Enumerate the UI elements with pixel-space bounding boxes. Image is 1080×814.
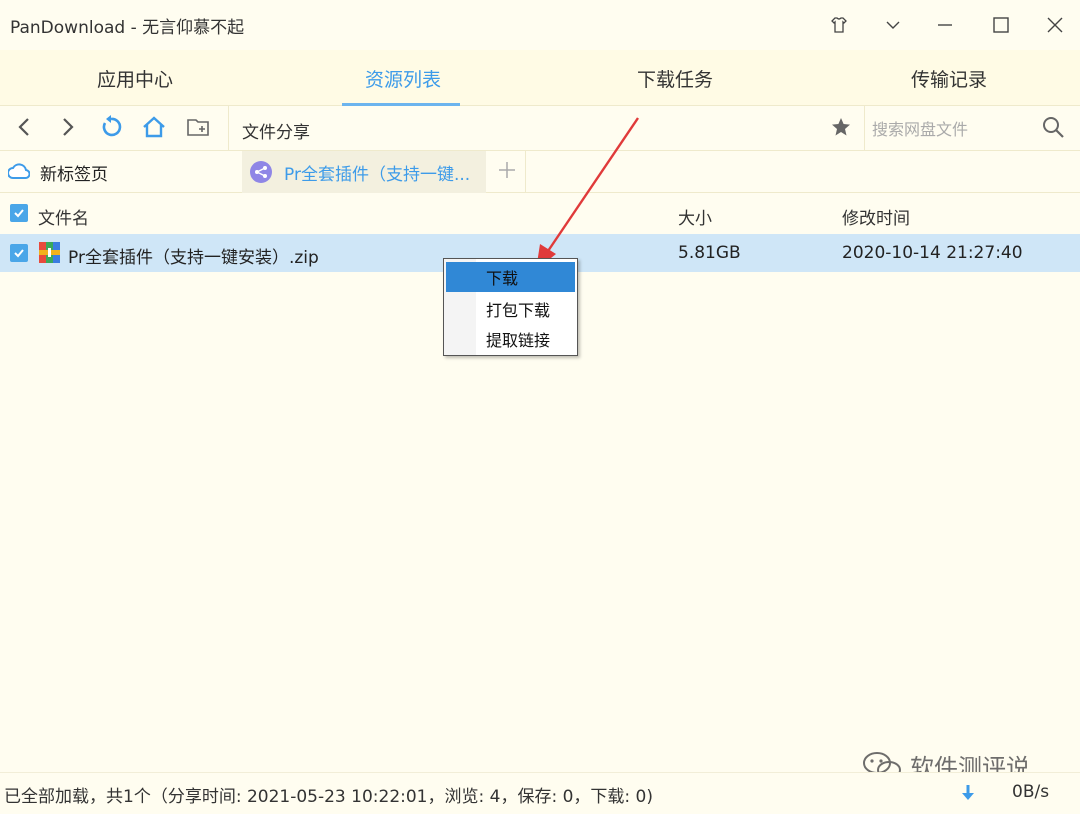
header-size[interactable]: 大小 <box>678 204 712 229</box>
file-modified: 2020-10-14 21:27:40 <box>842 243 1023 263</box>
tab-app-center[interactable]: 应用中心 <box>0 50 270 106</box>
search-icon <box>1041 115 1065 143</box>
checkmark-icon <box>13 244 25 263</box>
plus-icon <box>497 160 517 185</box>
current-path: 文件分享 <box>242 123 310 143</box>
share-icon <box>250 161 272 183</box>
search-button[interactable] <box>1038 114 1068 144</box>
refresh-button[interactable] <box>96 114 126 144</box>
subtab-share[interactable]: Pr全套插件（支持一键... <box>242 151 486 193</box>
subtab-label: 新标签页 <box>40 164 108 185</box>
toolbar-divider <box>864 106 865 151</box>
window-title: PanDownload - 无言仰慕不起 <box>10 18 245 38</box>
forward-button[interactable] <box>52 114 82 144</box>
toolbar-divider <box>228 106 229 151</box>
dropdown-button[interactable] <box>876 8 910 42</box>
minimize-icon <box>936 16 954 34</box>
subtab-label: Pr全套插件（支持一键... <box>284 164 471 185</box>
select-all-checkbox[interactable] <box>10 204 28 222</box>
subtab-new-tab[interactable]: 新标签页 <box>0 151 240 193</box>
skin-button[interactable] <box>822 8 856 42</box>
new-folder-button[interactable] <box>184 114 214 144</box>
search-input[interactable] <box>872 114 1032 144</box>
star-icon <box>830 116 852 142</box>
maximize-icon <box>992 16 1010 34</box>
home-button[interactable] <box>139 114 169 144</box>
context-menu: 下载 打包下载 提取链接 <box>443 258 578 356</box>
cloud-icon <box>8 162 30 182</box>
chevron-left-icon <box>15 116 35 142</box>
minimize-button[interactable] <box>928 8 962 42</box>
shirt-icon <box>830 16 848 34</box>
home-icon <box>141 115 167 143</box>
tab-download-tasks[interactable]: 下载任务 <box>540 50 810 106</box>
checkmark-icon <box>13 204 25 223</box>
folder-add-icon <box>186 116 212 142</box>
tab-transfer-records[interactable]: 传输记录 <box>814 50 1080 106</box>
zip-file-icon <box>39 242 60 267</box>
file-size: 5.81GB <box>678 243 741 263</box>
menu-item-extract-link[interactable]: 提取链接 <box>446 324 575 354</box>
menu-item-download[interactable]: 下载 <box>446 262 575 292</box>
menu-item-pack-download[interactable]: 打包下载 <box>446 294 575 324</box>
close-icon <box>1046 16 1064 34</box>
chevron-right-icon <box>57 116 77 142</box>
tab-resource-list[interactable]: 资源列表 <box>268 50 538 106</box>
close-button[interactable] <box>1038 8 1072 42</box>
row-checkbox[interactable] <box>10 244 28 262</box>
header-name[interactable]: 文件名 <box>38 204 89 229</box>
file-name: Pr全套插件（支持一键安装）.zip <box>68 248 319 268</box>
chevron-down-icon <box>884 16 902 34</box>
download-arrow-icon <box>960 783 976 807</box>
refresh-icon <box>99 115 123 143</box>
title-bar: PanDownload - 无言仰慕不起 <box>0 0 1080 50</box>
header-modified[interactable]: 修改时间 <box>842 204 910 229</box>
download-speed: 0B/s <box>1012 782 1050 802</box>
annotation-arrow <box>536 117 639 270</box>
main-tab-bar: 应用中心 资源列表 下载任务 传输记录 <box>0 50 1080 106</box>
maximize-button[interactable] <box>984 8 1018 42</box>
status-bar: 已全部加载，共1个（分享时间: 2021-05-23 10:22:01，浏览: … <box>0 772 1080 812</box>
back-button[interactable] <box>10 114 40 144</box>
status-text: 已全部加载，共1个（分享时间: 2021-05-23 10:22:01，浏览: … <box>4 787 653 807</box>
favorite-button[interactable] <box>826 114 856 144</box>
